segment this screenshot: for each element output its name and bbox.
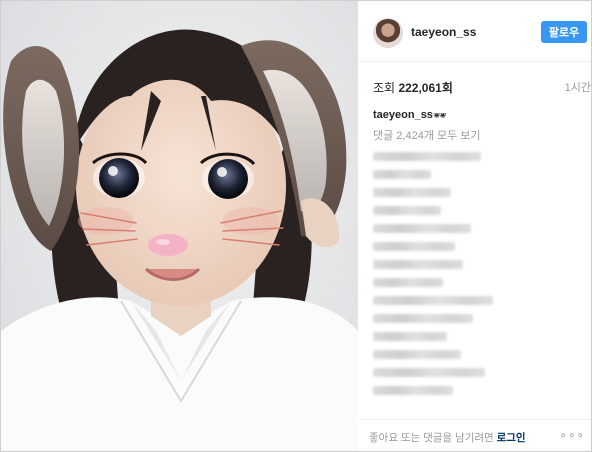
post-media-video[interactable]: [1, 1, 358, 451]
login-link[interactable]: 로그인: [497, 432, 526, 444]
more-options-icon[interactable]: ∘∘∘: [559, 428, 585, 442]
post-header: taeyeon_ss 팔로우: [359, 1, 591, 62]
blurred-comment: [373, 296, 493, 305]
blurred-comment: [373, 170, 431, 179]
blurred-comment: [373, 350, 461, 359]
post-info-panel: taeyeon_ss 팔로우 조회 222,061회 1시간 taeyeon_s…: [359, 1, 591, 451]
sunglasses-icon: 🕶: [433, 110, 447, 122]
blurred-comments-list: [373, 143, 583, 395]
instagram-post-frame: taeyeon_ss 팔로우 조회 222,061회 1시간 taeyeon_s…: [0, 0, 592, 452]
caption-username[interactable]: taeyeon_ss: [373, 109, 433, 121]
blurred-comment: [373, 206, 441, 215]
profile-avatar[interactable]: [373, 18, 403, 48]
views-number: 222,061회: [398, 81, 453, 95]
post-footer: 좋아요 또는 댓글을 남기려면 로그인 ∘∘∘: [359, 419, 591, 452]
view-all-comments-link[interactable]: 댓글 2,424개 모두 보기: [373, 127, 481, 143]
blurred-comment: [373, 152, 481, 161]
blurred-comment: [373, 314, 473, 323]
views-label: 조회: [373, 81, 396, 95]
post-time[interactable]: 1시간: [565, 79, 591, 95]
post-photo-illustration: [1, 1, 358, 451]
header-username[interactable]: taeyeon_ss: [411, 25, 476, 39]
view-count: 조회 222,061회: [373, 79, 453, 96]
blurred-comment: [373, 242, 455, 251]
blurred-comment: [373, 332, 447, 341]
blurred-comment: [373, 224, 471, 233]
blurred-comment: [373, 188, 451, 197]
blurred-comment: [373, 278, 443, 287]
blurred-comment: [373, 368, 485, 377]
login-prompt: 좋아요 또는 댓글을 남기려면 로그인: [369, 430, 526, 445]
login-prompt-text: 좋아요 또는 댓글을 남기려면: [369, 432, 494, 444]
blurred-comment: [373, 386, 453, 395]
follow-button[interactable]: 팔로우: [541, 21, 587, 43]
blurred-comment: [373, 260, 463, 269]
